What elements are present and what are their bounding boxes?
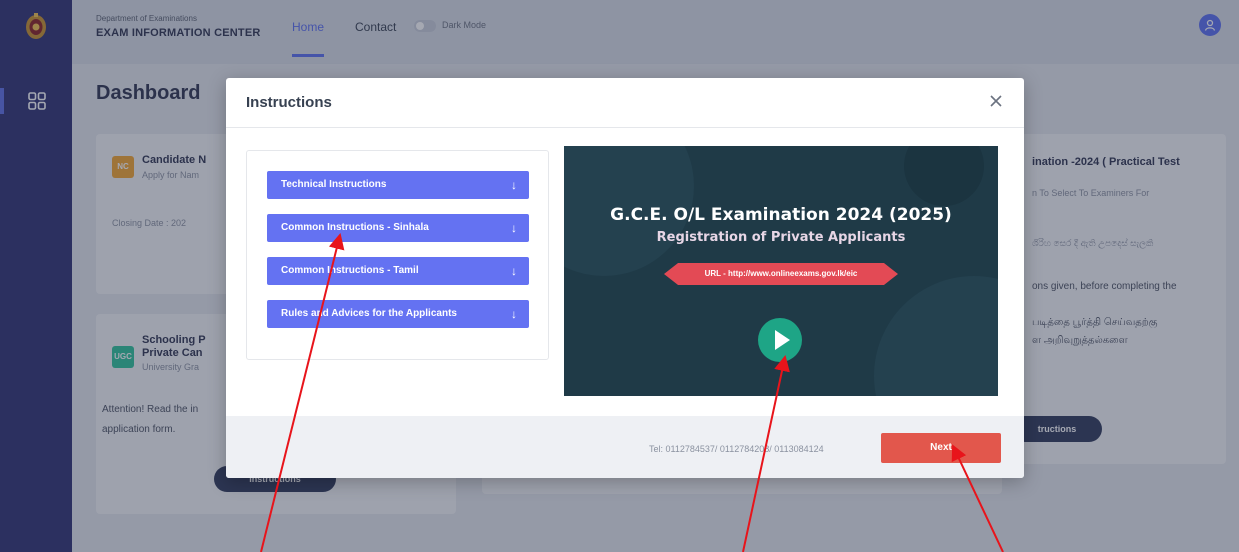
instructions-modal: Instructions Technical Instructions ↓ Co…	[226, 78, 1024, 478]
arrow-down-icon: ↓	[511, 264, 517, 278]
accordion-rules[interactable]: Rules and Advices for the Applicants ↓	[267, 300, 529, 328]
video-subtitle: Registration of Private Applicants	[656, 230, 906, 245]
accordion-tamil[interactable]: Common Instructions - Tamil ↓	[267, 257, 529, 285]
close-icon[interactable]	[986, 91, 1006, 111]
video-url-banner: URL - http://www.onlineexams.gov.lk/eic	[664, 263, 898, 285]
accordion-technical[interactable]: Technical Instructions ↓	[267, 171, 529, 199]
modal-header: Instructions	[226, 78, 1024, 128]
accordion-sinhala[interactable]: Common Instructions - Sinhala ↓	[267, 214, 529, 242]
next-button[interactable]: Next	[881, 433, 1001, 463]
video-title: G.C.E. O/L Examination 2024 (2025)	[610, 205, 952, 225]
arrow-down-icon: ↓	[511, 307, 517, 321]
telephone-numbers: Tel: 0112784537/ 0112784208/ 0113084124	[649, 444, 824, 454]
instructions-accordion: Technical Instructions ↓ Common Instruct…	[246, 150, 549, 360]
accordion-label: Common Instructions - Tamil	[281, 265, 419, 276]
arrow-down-icon: ↓	[511, 178, 517, 192]
video-player[interactable]: G.C.E. O/L Examination 2024 (2025) Regis…	[564, 146, 998, 396]
accordion-label: Rules and Advices for the Applicants	[281, 308, 457, 319]
arrow-down-icon: ↓	[511, 221, 517, 235]
accordion-label: Technical Instructions	[281, 179, 387, 190]
app-frame: Department of Examinations EXAM INFORMAT…	[0, 0, 1239, 552]
accordion-label: Common Instructions - Sinhala	[281, 222, 429, 233]
modal-footer: Tel: 0112784537/ 0112784208/ 0113084124 …	[226, 416, 1024, 478]
modal-title: Instructions	[246, 94, 332, 111]
play-icon[interactable]	[758, 318, 802, 362]
